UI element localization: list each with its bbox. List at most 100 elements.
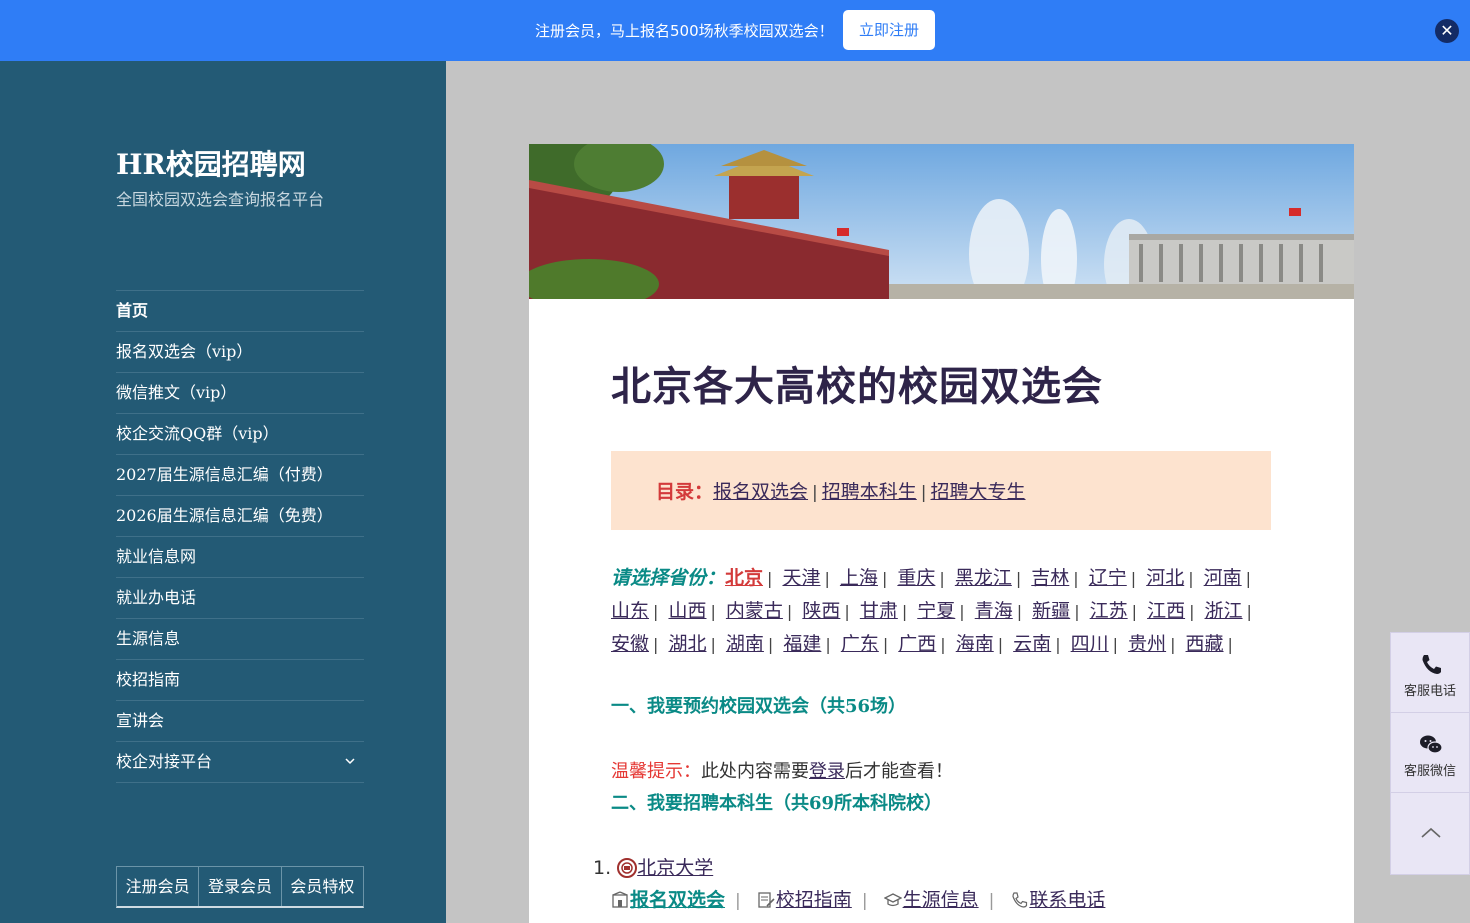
province-link[interactable]: 新疆 [1032, 600, 1070, 622]
nav-item-label: 校招指南 [116, 670, 181, 689]
nav-item-label: 生源信息 [116, 629, 181, 648]
province-link[interactable]: 云南 [1013, 633, 1051, 655]
close-icon[interactable]: ✕ [1435, 19, 1459, 43]
province-link[interactable]: 陕西 [802, 600, 840, 622]
province-link[interactable]: 甘肃 [860, 600, 898, 622]
nav-item-home[interactable]: 首页 [116, 291, 364, 332]
university-actions: 报名双选会 | 校招指南 | 生源信息 | 联系电话 [611, 885, 1105, 912]
chevron-down-icon[interactable] [344, 742, 356, 799]
province-link[interactable]: 广东 [841, 633, 879, 655]
province-link[interactable]: 江西 [1147, 600, 1185, 622]
nav-item-label: 宣讲会 [116, 711, 165, 730]
province-link[interactable]: 四川 [1071, 633, 1109, 655]
recruit-guide-link[interactable]: 校招指南 [776, 889, 852, 911]
sidebar: HR校园招聘网 全国校园双选会查询报名平台 首页 报名双选会（vip） 微信推文… [0, 61, 446, 923]
separator: | [882, 635, 889, 654]
register-now-button[interactable]: 立即注册 [843, 10, 935, 50]
province-link[interactable]: 辽宁 [1089, 567, 1127, 589]
separator: | [710, 602, 716, 621]
university-link[interactable]: 北京大学 [637, 857, 713, 879]
list-item: 1. 北京大学 [593, 853, 713, 880]
site-title[interactable]: HR校园招聘网 [116, 143, 306, 183]
nav-item-label: 首页 [116, 301, 149, 320]
section-heading-undergrad: 二、我要招聘本科生（共69所本科院校） [611, 793, 943, 814]
province-link[interactable]: 安徽 [611, 633, 649, 655]
province-link[interactable]: 江苏 [1090, 600, 1128, 622]
province-link[interactable]: 青海 [975, 600, 1013, 622]
toc-link-fairs[interactable]: 报名双选会 [713, 481, 808, 503]
service-phone[interactable]: 客服电话 [1391, 633, 1469, 713]
graduate-cap-icon [883, 891, 903, 909]
nav-item-label: 微信推文（vip） [116, 383, 237, 402]
separator: | [1245, 569, 1252, 588]
nav-item-school-enterprise[interactable]: 校企对接平台 [116, 742, 364, 783]
document-edit-icon [757, 891, 775, 909]
member-bar: 注册会员 登录会员 会员特权 [116, 866, 364, 908]
nav-item-qq-group[interactable]: 校企交流QQ群（vip） [116, 414, 364, 455]
province-link[interactable]: 黑龙江 [955, 567, 1012, 589]
signup-fair-link[interactable]: 报名双选会 [630, 889, 725, 911]
member-privileges-button[interactable]: 会员特权 [282, 867, 363, 906]
separator: | [1131, 602, 1138, 621]
nav-item-employment-sites[interactable]: 就业信息网 [116, 537, 364, 578]
nav-item-info-sessions[interactable]: 宣讲会 [116, 701, 364, 742]
province-link[interactable]: 浙江 [1205, 600, 1243, 622]
toc-link-college[interactable]: 招聘大专生 [931, 481, 1026, 503]
separator: | [1016, 602, 1023, 621]
tip-text: 此处内容需要 [701, 761, 809, 782]
province-link[interactable]: 湖南 [726, 633, 764, 655]
hero-image [529, 144, 1354, 299]
login-tip: 温馨提示：此处内容需要登录后才能查看！ [611, 757, 953, 783]
table-of-contents: 目录：报名双选会 | 招聘本科生 | 招聘大专生 [611, 451, 1271, 530]
graduate-info-link[interactable]: 生源信息 [903, 889, 979, 911]
province-link[interactable]: 山东 [611, 600, 649, 622]
separator: | [710, 635, 716, 654]
province-link[interactable]: 吉林 [1031, 567, 1069, 589]
login-member-button[interactable]: 登录会员 [199, 867, 282, 906]
nav-item-graduate-info[interactable]: 生源信息 [116, 619, 364, 660]
province-selector: 请选择省份：北京 | 天津 | 上海 | 重庆 | 黑龙江 | 吉林 | 辽宁 | 河北 | 河… [611, 562, 1271, 661]
separator: | [1015, 569, 1022, 588]
service-phone-label: 客服电话 [1403, 684, 1456, 699]
province-link[interactable]: 西藏 [1186, 633, 1224, 655]
province-link[interactable]: 海南 [956, 633, 994, 655]
separator: | [1170, 635, 1176, 654]
province-link[interactable]: 福建 [783, 633, 821, 655]
province-link[interactable]: 湖北 [668, 633, 706, 655]
nav-item-fair-signup[interactable]: 报名双选会（vip） [116, 332, 364, 373]
province-link[interactable]: 北京 [725, 567, 763, 589]
province-link[interactable]: 贵州 [1128, 633, 1166, 655]
separator: | [786, 602, 793, 621]
province-link[interactable]: 河北 [1146, 567, 1184, 589]
province-link[interactable]: 宁夏 [917, 600, 955, 622]
contact-phone-link[interactable]: 联系电话 [1029, 889, 1105, 911]
province-link[interactable]: 重庆 [897, 567, 935, 589]
separator: | [767, 569, 773, 588]
toc-link-undergrad[interactable]: 招聘本科生 [822, 481, 917, 503]
page-title: 北京各大高校的校园双选会 [611, 364, 1103, 410]
province-link[interactable]: 天津 [782, 567, 820, 589]
list-number: 1. [593, 857, 612, 879]
nav-item-wechat-posts[interactable]: 微信推文（vip） [116, 373, 364, 414]
province-label: 请选择省份： [611, 567, 726, 589]
tip-login-link[interactable]: 登录 [809, 761, 845, 782]
nav-item-office-phones[interactable]: 就业办电话 [116, 578, 364, 619]
nav-item-2026-graduates[interactable]: 2026届生源信息汇编（免费） [116, 496, 364, 537]
nav-item-label: 就业办电话 [116, 588, 197, 607]
province-link[interactable]: 上海 [840, 567, 878, 589]
separator: | [920, 483, 927, 503]
separator: | [881, 569, 888, 588]
nav-item-recruit-guide[interactable]: 校招指南 [116, 660, 364, 701]
register-member-button[interactable]: 注册会员 [117, 867, 200, 906]
separator: | [997, 635, 1004, 654]
province-link[interactable]: 山西 [668, 600, 706, 622]
service-wechat[interactable]: 客服微信 [1391, 713, 1469, 793]
province-link[interactable]: 广西 [898, 633, 936, 655]
promo-text: 注册会员，马上报名500场秋季校园双选会！ [535, 22, 834, 40]
nav-item-label: 2027届生源信息汇编（付费） [116, 465, 333, 484]
province-link[interactable]: 河南 [1204, 567, 1242, 589]
back-to-top-button[interactable] [1391, 793, 1469, 874]
province-link[interactable]: 内蒙古 [726, 600, 783, 622]
article-card: 北京各大高校的校园双选会 目录：报名双选会 | 招聘本科生 | 招聘大专生 请选择省份：… [529, 144, 1354, 923]
nav-item-2027-graduates[interactable]: 2027届生源信息汇编（付费） [116, 455, 364, 496]
